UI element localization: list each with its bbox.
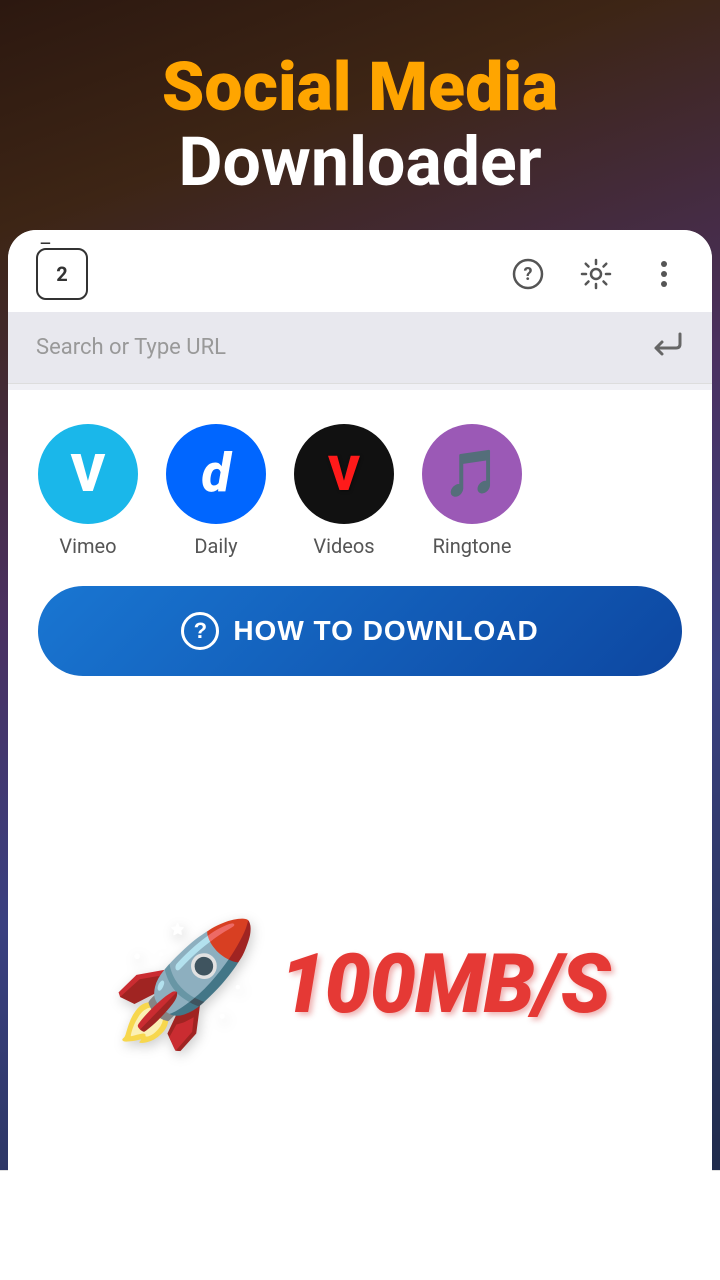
- download-help-icon: ?: [181, 612, 219, 650]
- rocket-speed-section: 🚀 100MB/S: [28, 700, 692, 1280]
- tab-number[interactable]: 2: [36, 248, 88, 300]
- help-button[interactable]: ?: [508, 254, 548, 294]
- videos-circle: V: [294, 424, 394, 524]
- return-icon: [648, 330, 684, 365]
- ringtone-circle: 🎵: [422, 424, 522, 524]
- videos-icon-item[interactable]: V Videos: [294, 424, 394, 558]
- app-icons-row: V Vimeo d Daily V Videos: [28, 414, 692, 578]
- card-body: V Vimeo d Daily V Videos: [8, 390, 712, 1280]
- vimeo-circle: V: [38, 424, 138, 524]
- tab-count-badge[interactable]: 2: [36, 248, 88, 300]
- main-card: 2 ?: [8, 230, 712, 1280]
- download-btn-label: HOW TO DOWNLOAD: [233, 615, 538, 647]
- help-icon: ?: [512, 258, 544, 290]
- vimeo-icon-item[interactable]: V Vimeo: [38, 424, 138, 558]
- settings-button[interactable]: [576, 254, 616, 294]
- ringtone-label: Ringtone: [433, 534, 512, 558]
- speed-text: 100MB/S: [280, 944, 610, 1026]
- more-button[interactable]: [644, 254, 684, 294]
- daily-label: Daily: [194, 534, 237, 558]
- app-header: Social Media Downloader: [0, 0, 720, 230]
- more-icon: [659, 258, 669, 290]
- vimeo-label: Vimeo: [59, 534, 116, 558]
- header-line2: Downloader: [20, 125, 700, 200]
- how-to-download-button[interactable]: ? HOW TO DOWNLOAD: [38, 586, 682, 676]
- daily-icon-item[interactable]: d Daily: [166, 424, 266, 558]
- return-arrow-icon: [648, 330, 684, 358]
- svg-text:?: ?: [524, 264, 533, 285]
- daily-circle: d: [166, 424, 266, 524]
- search-bar[interactable]: Search or Type URL: [8, 312, 712, 384]
- search-input[interactable]: Search or Type URL: [36, 335, 648, 360]
- ringtone-icon-item[interactable]: 🎵 Ringtone: [422, 424, 522, 558]
- rocket-icon: 🚀: [110, 925, 259, 1045]
- toolbar-icons: ?: [508, 254, 684, 294]
- header-line1: Social Media: [20, 50, 700, 125]
- top-toolbar: 2 ?: [8, 230, 712, 312]
- videos-label: Videos: [313, 534, 374, 558]
- settings-icon: [580, 258, 612, 290]
